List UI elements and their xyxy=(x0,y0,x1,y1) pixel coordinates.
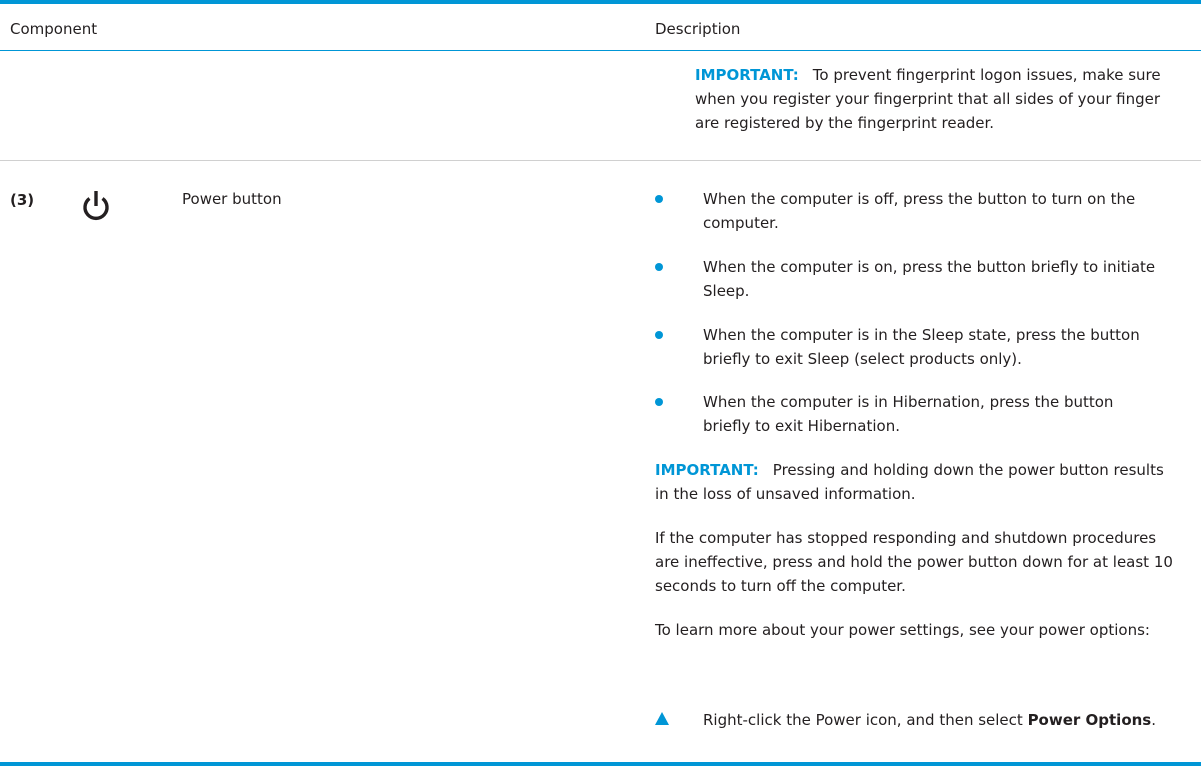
bullet-icon xyxy=(655,398,663,406)
shutdown-note: If the computer has stopped responding a… xyxy=(655,529,1173,595)
table-bottom-rule xyxy=(0,762,1201,766)
important-label: IMPORTANT: xyxy=(695,66,799,84)
bullet-text: When the computer is on, press the butto… xyxy=(703,258,1156,300)
bullet-icon xyxy=(655,195,663,203)
component-name: Power button xyxy=(182,190,282,208)
step-text: Right-click the Power icon, and then sel… xyxy=(703,708,1163,732)
column-header-description: Description xyxy=(655,20,741,38)
important-note-fingerprint: IMPORTANT: To prevent fingerprint logon i… xyxy=(695,63,1175,135)
important-note-power: IMPORTANT: Pressing and holding down the … xyxy=(655,458,1175,506)
bullet-text: When the computer is off, press the butt… xyxy=(703,190,1136,232)
step-suffix: . xyxy=(1151,711,1157,729)
callout-number: (3) xyxy=(10,191,35,209)
bullet-text: When the computer is in the Sleep state,… xyxy=(703,326,1140,368)
bullet-text: When the computer is in Hibernation, pre… xyxy=(703,393,1114,435)
step-prefix: Right-click the Power icon, and then sel… xyxy=(703,711,1028,729)
power-options-term: Power Options xyxy=(1027,711,1152,729)
row-divider xyxy=(0,160,1201,161)
step-triangle-icon xyxy=(655,712,669,725)
column-header-component: Component xyxy=(10,20,98,38)
document-page: Component Description IMPORTANT: To preve… xyxy=(0,0,1201,767)
header-divider xyxy=(0,50,1201,51)
table-top-rule xyxy=(0,0,1201,4)
learn-more-text: To learn more about your power settings,… xyxy=(655,621,1150,639)
bullet-icon xyxy=(655,263,663,271)
important-label: IMPORTANT: xyxy=(655,461,759,479)
power-icon xyxy=(83,191,109,221)
bullet-icon xyxy=(655,331,663,339)
